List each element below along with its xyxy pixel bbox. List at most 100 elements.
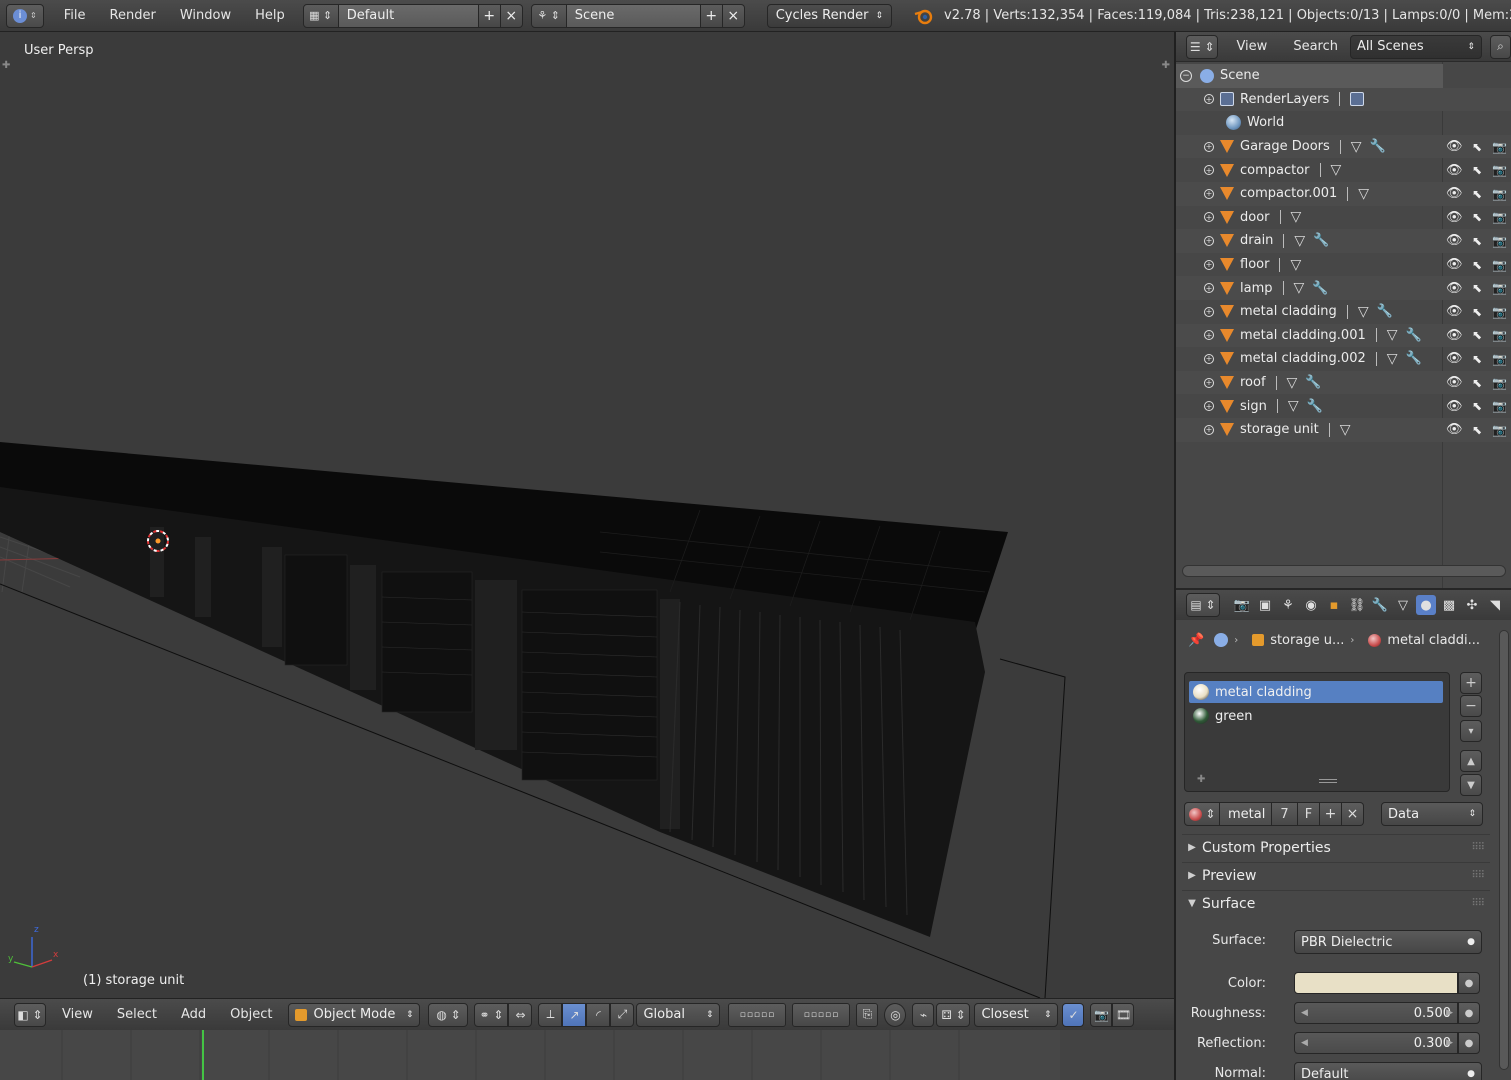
particles-tab-icon[interactable]: ✣ — [1462, 595, 1482, 615]
area-split-corner-icon[interactable]: ✚ — [1162, 60, 1170, 71]
add-scene-button[interactable]: + — [700, 3, 723, 28]
modifier-wrench-icon[interactable]: 🔧 — [1313, 233, 1329, 248]
select-arrow-icon[interactable]: ⬉ — [1472, 399, 1482, 413]
modifier-wrench-icon[interactable]: 🔧 — [1377, 304, 1393, 319]
editor-type-button[interactable]: ▤ ⇕ — [1186, 593, 1220, 617]
render-camera-icon[interactable]: 📷 — [1492, 423, 1507, 437]
outliner-row-object[interactable]: + roof ▽ 🔧 👁 ⬉ 📷 — [1176, 370, 1511, 395]
outliner-row-object[interactable]: + Garage Doors ▽ 🔧 👁 ⬉ 📷 — [1176, 134, 1511, 159]
lock-layers-icon[interactable]: ⎘ — [856, 1002, 879, 1027]
expand-icon[interactable]: + — [1204, 330, 1214, 341]
unlink-material-button[interactable]: × — [1342, 802, 1364, 826]
modifier-wrench-icon[interactable]: 🔧 — [1406, 328, 1422, 343]
translate-manipulator-button[interactable]: ↗ — [562, 1002, 587, 1027]
render-camera-icon[interactable]: 📷 — [1492, 305, 1507, 319]
select-arrow-icon[interactable]: ⬉ — [1472, 281, 1482, 295]
render-camera-icon[interactable]: 📷 — [1492, 281, 1507, 295]
expand-icon[interactable]: + — [1204, 235, 1214, 246]
mesh-data-icon[interactable]: ▽ — [1351, 139, 1362, 155]
material-slot-row[interactable]: metal cladding — [1189, 681, 1443, 703]
increment-arrow-icon[interactable]: ▶ — [1446, 1008, 1453, 1018]
select-arrow-icon[interactable]: ⬉ — [1472, 140, 1482, 154]
select-arrow-icon[interactable]: ⬉ — [1472, 210, 1482, 224]
select-arrow-icon[interactable]: ⬉ — [1472, 305, 1482, 319]
mesh-data-icon[interactable]: ▽ — [1387, 351, 1398, 367]
render-camera-icon[interactable]: 📷 — [1492, 187, 1507, 201]
panel-preview[interactable]: ▶ Preview ⠿⠿ — [1182, 862, 1490, 888]
material-slot-row[interactable]: green — [1189, 705, 1443, 727]
outliner-row-object[interactable]: + floor ▽ 👁 ⬉ 📷 — [1176, 253, 1511, 277]
expand-icon[interactable]: + — [1204, 401, 1214, 412]
mesh-data-icon[interactable]: ▽ — [1288, 398, 1299, 414]
render-camera-icon[interactable]: 📷 — [1492, 399, 1507, 413]
editor-type-button[interactable]: ◧ ⇕ — [14, 1002, 46, 1027]
mesh-data-icon[interactable]: ▽ — [1340, 422, 1351, 438]
snap-rotation-icon[interactable]: ✓ — [1062, 1002, 1085, 1027]
render-camera-icon[interactable]: 📷 — [1492, 258, 1507, 272]
reflection-socket-button[interactable]: ● — [1458, 1032, 1480, 1054]
menu-search[interactable]: Search — [1279, 39, 1342, 54]
roughness-socket-button[interactable]: ● — [1458, 1002, 1480, 1024]
collapse-icon[interactable]: − — [1180, 69, 1192, 82]
rotate-manipulator-button[interactable]: ◜ — [586, 1002, 611, 1027]
manipulator-toggle-button[interactable]: ⟂ — [538, 1002, 563, 1027]
remove-scene-button[interactable]: × — [722, 3, 745, 28]
scene-icon[interactable]: ⚘ ⇕ — [530, 3, 567, 28]
modifier-wrench-icon[interactable]: 🔧 — [1305, 375, 1321, 390]
expand-icon[interactable]: + — [1204, 353, 1214, 364]
modifier-wrench-icon[interactable]: 🔧 — [1370, 139, 1386, 154]
outliner-row-object[interactable]: + drain ▽ 🔧 👁 ⬉ 📷 — [1176, 229, 1511, 253]
snap-target-select[interactable]: Closest ⇕ — [974, 1002, 1059, 1027]
layers-grid-right[interactable]: ▫▫▫▫▫ — [792, 1002, 851, 1027]
select-arrow-icon[interactable]: ⬉ — [1472, 352, 1482, 366]
visibility-eye-icon[interactable]: 👁 — [1446, 328, 1463, 343]
visibility-eye-icon[interactable]: 👁 — [1446, 422, 1463, 437]
new-material-button[interactable]: + — [1320, 802, 1342, 826]
search-icon[interactable]: ⌕ — [1489, 34, 1511, 59]
visibility-eye-icon[interactable]: 👁 — [1446, 257, 1463, 272]
snap-element-select[interactable]: ⚃ ⇕ — [936, 1002, 971, 1027]
render-camera-icon[interactable]: 📷 — [1492, 376, 1507, 390]
mesh-data-icon[interactable]: ▽ — [1294, 233, 1305, 249]
display-mode-select[interactable]: All Scenes ⇕ — [1349, 34, 1482, 59]
material-slot-list[interactable]: metal cladding green ✚ — [1184, 672, 1450, 792]
color-socket-button[interactable]: ● — [1458, 972, 1480, 994]
visibility-eye-icon[interactable]: 👁 — [1446, 304, 1463, 319]
browse-material-button[interactable]: ⇕ — [1184, 802, 1220, 826]
surface-shader-select[interactable]: PBR Dielectric ● — [1294, 930, 1482, 954]
render-camera-icon[interactable]: 📷 — [1492, 140, 1507, 154]
roughness-field[interactable]: ◀ 0.500 ▶ — [1294, 1002, 1458, 1024]
modifier-wrench-icon[interactable]: 🔧 — [1312, 281, 1328, 296]
visibility-eye-icon[interactable]: 👁 — [1446, 139, 1463, 154]
render-animation-icon[interactable]: 🎞 — [1112, 1002, 1135, 1027]
increment-arrow-icon[interactable]: ▶ — [1446, 1038, 1453, 1048]
remove-screen-button[interactable]: × — [500, 3, 523, 28]
mesh-data-icon[interactable]: ▽ — [1294, 280, 1305, 296]
outliner-scrollbar[interactable] — [1182, 565, 1506, 577]
transform-orientation-select[interactable]: Global ⇕ — [636, 1002, 721, 1027]
shading-select[interactable]: ◍ ⇕ — [428, 1002, 469, 1027]
texture-tab-icon[interactable]: ▩ — [1439, 595, 1459, 615]
decrement-arrow-icon[interactable]: ◀ — [1301, 1038, 1308, 1048]
area-split-corner-icon[interactable]: ✚ — [2, 60, 10, 71]
material-tab-icon[interactable]: ● — [1416, 595, 1436, 615]
outliner-row-object[interactable]: + metal cladding ▽ 🔧 👁 ⬉ 📷 — [1176, 300, 1511, 324]
mesh-data-icon[interactable]: ▽ — [1287, 375, 1298, 391]
select-arrow-icon[interactable]: ⬉ — [1472, 376, 1482, 390]
pin-icon[interactable]: 📌 — [1188, 633, 1204, 648]
outliner-row-object[interactable]: + door ▽ 👁 ⬉ 📷 — [1176, 206, 1511, 230]
mesh-data-icon[interactable]: ▽ — [1290, 257, 1301, 273]
outliner-row-scene[interactable]: − Scene — [1176, 64, 1443, 88]
visibility-eye-icon[interactable]: 👁 — [1446, 210, 1463, 225]
visibility-eye-icon[interactable]: 👁 — [1446, 281, 1463, 296]
select-arrow-icon[interactable]: ⬉ — [1472, 328, 1482, 342]
render-camera-icon[interactable]: 📷 — [1492, 210, 1507, 224]
mesh-data-icon[interactable]: ▽ — [1358, 186, 1369, 202]
menu-object[interactable]: Object — [218, 1007, 284, 1022]
outliner-row-renderlayers[interactable]: + RenderLayers — [1176, 87, 1511, 112]
pivot-select[interactable]: ⚭ ⇕ — [474, 1002, 509, 1027]
link-select[interactable]: Data ⇕ — [1381, 802, 1483, 826]
scene-tab-icon[interactable]: ⚘ — [1278, 595, 1298, 615]
drag-grip-icon[interactable]: ⠿⠿ — [1471, 898, 1485, 909]
panel-surface[interactable]: ▼ Surface ⠿⠿ — [1182, 890, 1490, 916]
